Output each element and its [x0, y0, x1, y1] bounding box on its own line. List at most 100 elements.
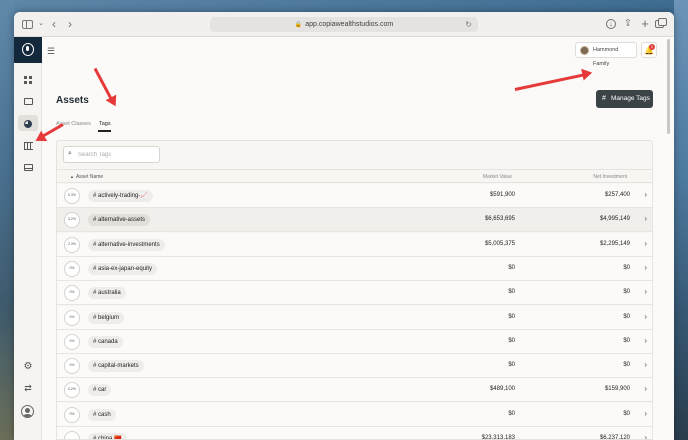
table-row[interactable]: 0% # cash $0 $0 ›	[57, 402, 652, 427]
table-row[interactable]: 0% # belgium $0 $0 ›	[57, 305, 652, 330]
chevron-right-icon[interactable]: ›	[644, 312, 647, 321]
plus-icon[interactable]: +	[639, 17, 651, 30]
logo-mark	[22, 43, 34, 56]
hash-icon: #	[602, 95, 606, 102]
column-net-investment[interactable]: Net Investment	[593, 174, 627, 180]
market-value-cell: $0	[508, 362, 515, 369]
sidebar-item-portfolio[interactable]	[18, 159, 38, 175]
market-value-cell: $0	[508, 410, 515, 417]
main-content: ☰ Hammond Family 🔔 1 Assets # Manage Tag…	[42, 37, 674, 440]
allocation-ring: 0%	[64, 309, 80, 326]
swap-icon[interactable]: ⇄	[18, 380, 38, 396]
chevron-left-icon[interactable]: ‹	[48, 18, 60, 30]
sidebar-item-assets[interactable]	[18, 115, 38, 131]
app-sidebar: ⚙ ⇄	[14, 37, 42, 440]
gear-icon[interactable]: ⚙	[18, 359, 38, 375]
chevron-right-icon[interactable]: ›	[644, 433, 647, 439]
lock-icon: 🔒	[294, 22, 303, 28]
table-row[interactable]: 3.2% # alternative-assets $6,653,695 $4,995…	[57, 208, 652, 233]
search-box[interactable]: ⌕	[63, 146, 160, 163]
sidebar-icon[interactable]	[22, 20, 33, 29]
pie-chart-icon	[24, 119, 32, 128]
manage-tags-label: Manage Tags	[611, 95, 650, 102]
chevron-right-icon[interactable]: ›	[644, 239, 647, 248]
reload-icon[interactable]: ↻	[465, 17, 472, 32]
tag-chip: # australia	[88, 287, 126, 300]
net-investment-cell: $4,995,149	[599, 216, 630, 223]
market-value-cell: $489,100	[489, 386, 515, 393]
allocation-ring: 0%	[64, 260, 80, 277]
chevron-down-icon[interactable]: ⌄	[35, 18, 47, 30]
desktop-wallpaper-left	[0, 0, 14, 440]
table-row[interactable]: 0% # capital-markets $0 $0 ›	[57, 354, 652, 379]
allocation-ring: 0.3%	[64, 188, 80, 204]
url-text: app.copiawealthstudios.com	[305, 21, 394, 28]
table-header: ▲ Asset Name Market Value Net Investment	[57, 169, 652, 183]
table-row[interactable]: 0.3% # actively-trading-📈 $591,900 $257,400…	[57, 184, 652, 208]
sidebar-item-dashboard[interactable]	[18, 71, 38, 87]
tag-chip: # canada	[88, 335, 123, 348]
tab-tags[interactable]: Tags	[99, 121, 111, 127]
net-investment-cell: $0	[623, 337, 630, 344]
table-row[interactable]: 0.2% # car $489,100 $159,900 ›	[57, 378, 652, 403]
notifications-button[interactable]: 🔔 1	[641, 42, 657, 58]
market-value-cell: $0	[508, 264, 515, 271]
chevron-right-icon[interactable]: ›	[644, 287, 647, 296]
table-row[interactable]: # china 🇨🇳 $23,313,183 $6,237,120 ›	[57, 427, 652, 440]
market-value-cell: $591,900	[489, 192, 515, 198]
manage-tags-button[interactable]: # Manage Tags	[596, 90, 653, 108]
net-investment-cell: $2,295,149	[599, 240, 630, 247]
page-title: Assets	[56, 95, 89, 106]
allocation-ring: 0%	[64, 358, 80, 375]
chevron-right-icon[interactable]: ›	[644, 190, 647, 199]
allocation-ring: 0.2%	[64, 382, 80, 399]
address-bar[interactable]: 🔒 app.copiawealthstudios.com ↻	[210, 17, 478, 32]
net-investment-cell: $0	[623, 264, 630, 271]
sort-asc-icon: ▲	[70, 174, 74, 179]
chevron-right-icon[interactable]: ›	[644, 384, 647, 393]
search-input[interactable]	[78, 150, 156, 160]
table-row[interactable]: 0% # canada $0 $0 ›	[57, 329, 652, 354]
app-logo[interactable]	[14, 37, 42, 63]
table-row[interactable]: 2.3% # alternative-investments $5,005,375 $…	[57, 232, 652, 257]
user-icon[interactable]	[21, 405, 34, 418]
allocation-ring	[64, 431, 80, 439]
net-investment-cell: $257,400	[604, 192, 630, 198]
market-value-cell: $0	[508, 313, 515, 320]
allocation-ring: 0%	[64, 285, 80, 302]
market-value-cell: $6,653,695	[484, 216, 515, 223]
net-investment-cell: $0	[623, 289, 630, 296]
chevron-right-icon[interactable]: ›	[644, 263, 647, 272]
allocation-ring: 2.3%	[64, 236, 80, 253]
download-icon[interactable]: ↓	[606, 19, 616, 29]
bank-icon	[23, 141, 33, 150]
chevron-right-icon[interactable]: ›	[644, 409, 647, 418]
chevron-right-icon[interactable]: ›	[644, 214, 647, 223]
grid-icon	[24, 75, 32, 84]
column-market-value[interactable]: Market Value	[483, 174, 512, 180]
household-selector[interactable]: Hammond Family	[575, 42, 637, 67]
market-value-cell: $5,005,375	[484, 240, 515, 247]
desktop-wallpaper-right	[674, 0, 688, 440]
tag-chip: # car	[88, 384, 112, 397]
cards-icon	[23, 98, 33, 106]
tags-table-card: ⌕ ▲Asset Name Market Value Net Investmen…	[56, 140, 653, 440]
table-row[interactable]: 0% # asia-ex-japan-equity $0 $0 ›	[57, 256, 652, 281]
column-asset-name[interactable]: ▲ Asset Name	[70, 174, 103, 180]
allocation-ring: 3.2%	[64, 212, 80, 229]
tabs-icon[interactable]	[655, 18, 667, 28]
net-investment-cell: $0	[623, 362, 630, 369]
net-investment-cell: $159,900	[604, 386, 630, 393]
chevron-right-icon[interactable]: ›	[644, 336, 647, 345]
tag-chip: # belgium	[88, 311, 125, 324]
chevron-right-icon[interactable]: ›	[644, 360, 647, 369]
allocation-ring: 0%	[64, 406, 80, 423]
market-value-cell: $23,313,183	[481, 435, 515, 440]
share-icon[interactable]: ⇪	[622, 18, 634, 30]
household-avatar	[580, 46, 589, 55]
sidebar-item-accounts[interactable]	[18, 93, 38, 109]
collapse-menu-icon[interactable]: ☰	[47, 46, 55, 57]
scrollbar[interactable]	[667, 39, 670, 134]
table-row[interactable]: 0% # australia $0 $0 ›	[57, 281, 652, 306]
chevron-right-icon[interactable]: ›	[64, 18, 76, 30]
